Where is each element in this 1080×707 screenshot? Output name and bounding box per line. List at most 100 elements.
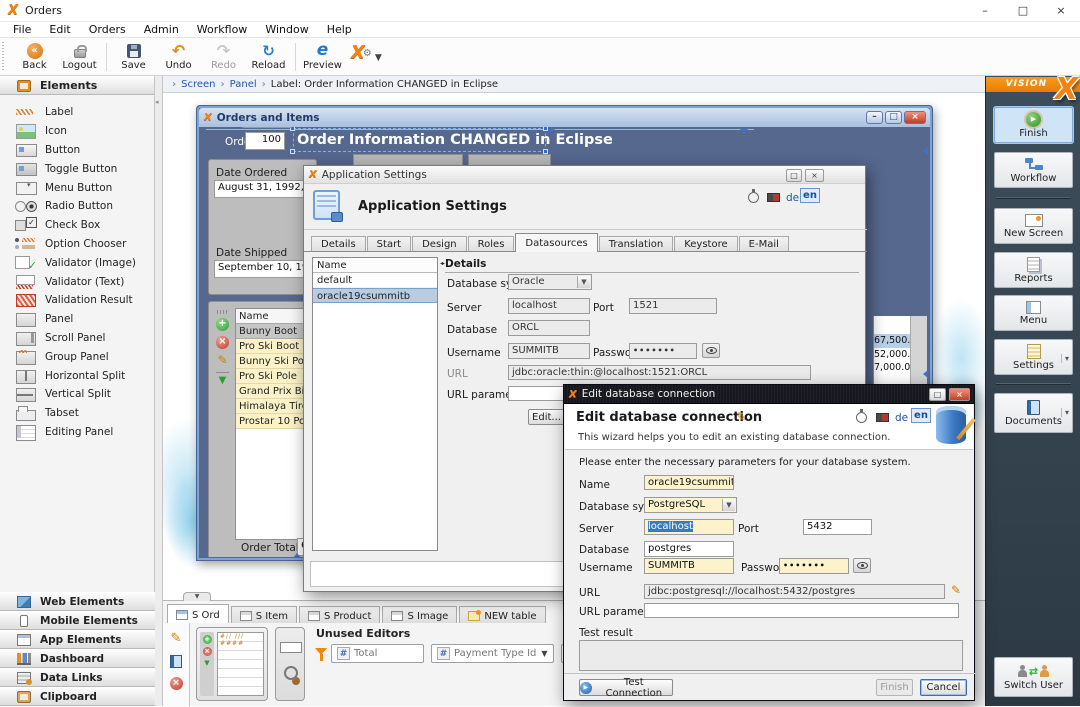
palette-item[interactable]: Validation Result: [0, 291, 155, 310]
remove-icon[interactable]: ×: [170, 677, 183, 690]
flag-icon[interactable]: [767, 193, 780, 202]
vision-workflow-button[interactable]: Workflow: [994, 152, 1073, 188]
language-en-button[interactable]: en: [800, 188, 820, 203]
search-panel-preview[interactable]: [275, 627, 305, 701]
palette-item[interactable]: Radio Button: [0, 197, 155, 216]
menu-item[interactable]: Orders: [80, 23, 135, 36]
redo-button[interactable]: ↷Redo: [201, 40, 246, 74]
close-button[interactable]: ×: [1042, 4, 1080, 17]
dock-tab[interactable]: S Product: [299, 606, 381, 623]
settings-tab[interactable]: Translation: [599, 236, 674, 252]
port-field[interactable]: 1521: [629, 298, 717, 314]
dock-tab[interactable]: S Item: [231, 606, 297, 623]
datasource-row[interactable]: oracle19csummitb: [313, 288, 437, 303]
selection-handle[interactable]: [543, 127, 548, 131]
palette-section[interactable]: Mobile Elements: [0, 611, 155, 630]
dock-collapse-button[interactable]: ▼: [183, 592, 211, 601]
name-field[interactable]: oracle19csummitb: [644, 475, 734, 490]
palette-item[interactable]: Tabset: [0, 404, 155, 423]
test-result-textarea[interactable]: [579, 640, 963, 671]
history-icon[interactable]: [856, 412, 867, 423]
breadcrumb-item[interactable]: ›Screen: [167, 79, 216, 90]
database-system-select[interactable]: PostgreSQL▼: [644, 497, 737, 513]
filter-icon[interactable]: [315, 648, 327, 655]
delete-row-icon[interactable]: ×: [216, 336, 229, 349]
settings-tab[interactable]: E-Mail: [739, 236, 789, 252]
undo-button[interactable]: ↶Undo: [156, 40, 201, 74]
port-field[interactable]: 5432: [803, 519, 872, 535]
palette-item[interactable]: Check Box: [0, 216, 155, 235]
vision-settings-button[interactable]: Settings: [994, 339, 1073, 375]
edit-icon[interactable]: ✎: [171, 631, 182, 646]
palette-item[interactable]: Option Chooser: [0, 235, 155, 254]
date-ordered-field[interactable]: August 31, 1992, 12: [214, 180, 312, 198]
splitter-handle[interactable]: ◂▸: [440, 260, 444, 267]
password-field[interactable]: •••••••: [629, 343, 697, 359]
close-button[interactable]: ×: [805, 169, 824, 182]
database-system-select[interactable]: Oracle▼: [508, 274, 592, 290]
palette-item[interactable]: Label: [0, 103, 155, 122]
breadcrumb-item[interactable]: ›Panel: [216, 79, 257, 90]
back-button[interactable]: «Back: [12, 40, 57, 74]
close-button[interactable]: ×: [949, 388, 970, 401]
edit-datasource-button[interactable]: Edit...: [528, 409, 565, 425]
palette-item[interactable]: Menu Button: [0, 178, 155, 197]
vision-finish-button[interactable]: ▶Finish: [994, 107, 1073, 143]
menu-item[interactable]: Window: [256, 23, 317, 36]
restore-button[interactable]: □: [929, 388, 946, 401]
palette-item[interactable]: Validator (Text): [0, 272, 155, 291]
minimize-button[interactable]: –: [966, 4, 1004, 17]
dialog-titlebar[interactable]: X Edit database connection: [564, 385, 974, 404]
save-button[interactable]: Save: [111, 40, 156, 74]
preview-button[interactable]: ePreview: [300, 40, 345, 74]
palette-section[interactable]: Dashboard: [0, 649, 155, 668]
palette-section[interactable]: App Elements: [0, 630, 155, 649]
unused-editor-chip[interactable]: # Payment Type Id ▼: [431, 644, 554, 663]
unused-editor-chip[interactable]: # Total ▼: [331, 644, 424, 663]
url-parameter-field[interactable]: [644, 603, 959, 618]
elements-header[interactable]: Elements: [0, 76, 154, 95]
username-field[interactable]: SUMMITB: [644, 558, 734, 574]
price-cell[interactable]: 52,000.00: [874, 348, 910, 362]
flag-icon[interactable]: [876, 413, 889, 422]
palette-section[interactable]: Web Elements: [0, 592, 155, 611]
vision-reports-button[interactable]: Reports: [994, 252, 1073, 288]
selection-handle[interactable]: [290, 149, 295, 154]
vision-menu-button[interactable]: Menu: [994, 295, 1073, 331]
database-field[interactable]: postgres: [644, 541, 734, 557]
switch-user-button[interactable]: ⇄ Switch User: [994, 657, 1073, 697]
settings-tab[interactable]: Roles: [468, 236, 515, 252]
logout-button[interactable]: Logout: [57, 40, 102, 74]
menu-item[interactable]: Admin: [135, 23, 188, 36]
list-column-header[interactable]: Name: [313, 258, 437, 273]
language-en-button[interactable]: en: [911, 408, 931, 423]
menu-item[interactable]: Help: [318, 23, 361, 36]
show-password-button[interactable]: [702, 343, 720, 358]
maximize-button[interactable]: □: [1004, 4, 1042, 17]
dock-tab[interactable]: S Image: [382, 606, 457, 623]
palette-item[interactable]: Editing Panel: [0, 423, 155, 442]
settings-tab[interactable]: Datasources: [515, 233, 597, 252]
password-field[interactable]: •••••••: [779, 558, 849, 574]
settings-tab[interactable]: Start: [367, 236, 411, 252]
test-connection-button[interactable]: ▶Test Connection: [579, 679, 673, 696]
language-de-button[interactable]: de: [786, 192, 799, 204]
add-row-icon[interactable]: +: [216, 318, 229, 331]
date-shipped-field[interactable]: September 10, 1992: [214, 260, 312, 278]
dialog-titlebar[interactable]: X Application Settings: [304, 166, 865, 184]
finish-button[interactable]: Finish: [876, 679, 913, 696]
server-field[interactable]: localhost: [508, 298, 590, 314]
sidebar-splitter[interactable]: ◂: [155, 76, 163, 706]
settings-tab[interactable]: Keystore: [674, 236, 737, 252]
palette-item[interactable]: Button: [0, 141, 155, 160]
vision-new-screen-button[interactable]: New Screen: [994, 208, 1073, 244]
order-id-field[interactable]: 100: [245, 132, 285, 150]
price-cell[interactable]: 67,500.00: [874, 334, 910, 348]
reload-button[interactable]: ↻Reload: [246, 40, 291, 74]
maximize-button[interactable]: □: [885, 111, 902, 124]
restore-button[interactable]: □: [786, 169, 802, 182]
breadcrumb-item[interactable]: ›Label: Order Information CHANGED in Ecl…: [257, 79, 498, 90]
palette-item[interactable]: Vertical Split: [0, 385, 155, 404]
minimize-button[interactable]: –: [866, 111, 883, 124]
palette-item[interactable]: Validator (Image): [0, 253, 155, 272]
